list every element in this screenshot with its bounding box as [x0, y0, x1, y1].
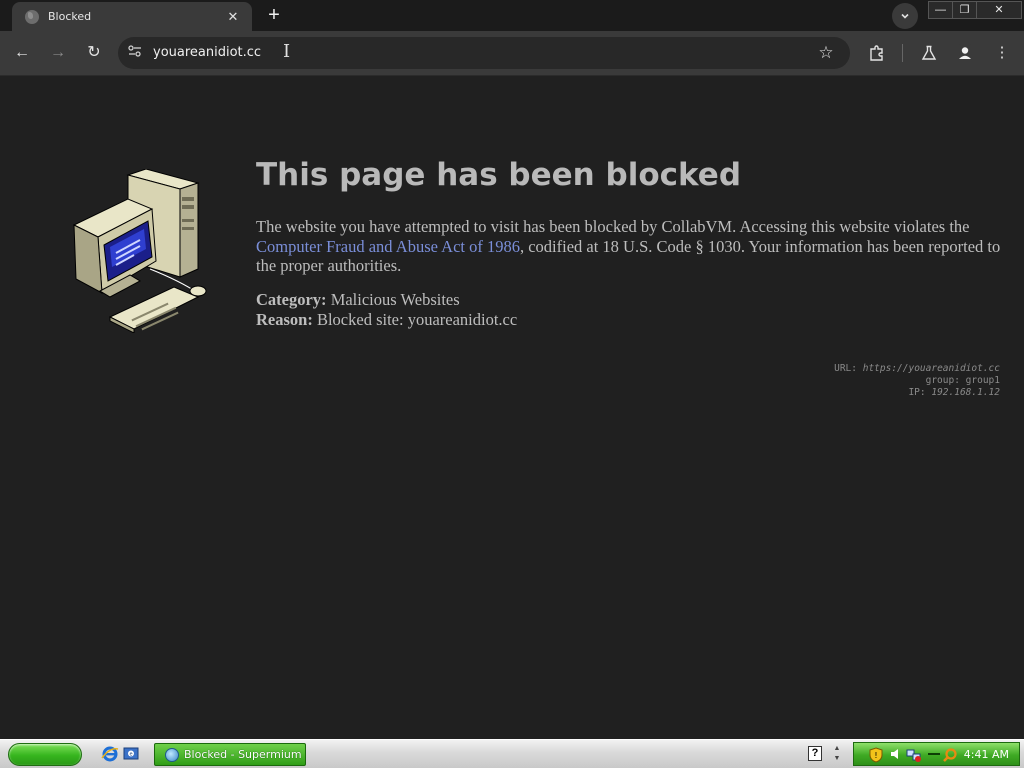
- avatar-icon: [955, 43, 975, 63]
- task-button-supermium[interactable]: Blocked - Supermium: [154, 743, 306, 766]
- supermium-icon: [165, 747, 179, 762]
- meta-url-label: URL:: [834, 363, 857, 374]
- ie-quicklaunch-icon[interactable]: [101, 745, 119, 763]
- meta-ip-value: 192.168.1.12: [931, 387, 1000, 398]
- block-description: The website you have attempted to visit …: [256, 217, 1006, 276]
- search-icon[interactable]: [942, 747, 958, 763]
- meta-group-value: group1: [965, 375, 1000, 386]
- cfaa-link[interactable]: Computer Fraud and Abuse Act of 1986: [256, 237, 520, 256]
- svg-text:!: !: [874, 751, 877, 760]
- taskbar: e Blocked - Supermium ? ▲ ▼ ! 4:41 AM: [0, 739, 1024, 768]
- category-row: Category: Malicious Websites: [256, 290, 517, 310]
- forward-button[interactable]: →: [45, 40, 71, 66]
- meta-url-row: URL: https://youareanidiot.cc: [834, 363, 1000, 375]
- menu-button[interactable]: ⋮: [989, 40, 1015, 66]
- tune-icon: [128, 45, 141, 57]
- flask-icon: [921, 45, 937, 60]
- labs-button[interactable]: [916, 40, 942, 66]
- back-button[interactable]: ←: [9, 40, 35, 66]
- help-icon[interactable]: ?: [808, 746, 822, 761]
- description-text: The website you have attempted to visit …: [256, 217, 970, 236]
- site-info-icon[interactable]: [126, 44, 144, 62]
- computer-illustration: [72, 169, 207, 333]
- reload-button[interactable]: ↻: [81, 40, 107, 66]
- category-label: Category:: [256, 290, 327, 309]
- window-controls: — ❐ ✕: [928, 1, 1022, 19]
- tab-title: Blocked: [48, 10, 92, 23]
- reason-label: Reason:: [256, 309, 313, 329]
- restore-button[interactable]: ❐: [953, 2, 977, 18]
- extensions-button[interactable]: [864, 40, 890, 66]
- close-tab-icon[interactable]: ✕: [224, 8, 242, 26]
- tab-search-button[interactable]: [892, 3, 918, 29]
- meta-group-row: group: group1: [834, 375, 1000, 387]
- minimize-button[interactable]: —: [929, 2, 953, 18]
- network-icon[interactable]: [906, 747, 922, 763]
- browser-toolbar: ← → ↻ youareanidiot.cc I ☆ ⋮: [0, 31, 1024, 76]
- speaker-icon[interactable]: [888, 747, 904, 763]
- task-button-label: Blocked - Supermium: [184, 748, 302, 761]
- close-window-button[interactable]: ✕: [977, 2, 1021, 18]
- address-bar[interactable]: youareanidiot.cc I ☆: [118, 37, 850, 69]
- tray-expand-icon[interactable]: ▲ ▼: [832, 744, 842, 764]
- tray-dash-icon: [926, 747, 942, 763]
- meta-ip-row: IP: 192.168.1.12: [834, 387, 1000, 399]
- bookmark-star-icon[interactable]: ☆: [814, 41, 838, 65]
- desktop-quicklaunch-icon[interactable]: e: [122, 745, 140, 763]
- security-shield-icon[interactable]: !: [868, 747, 884, 763]
- category-value: Malicious Websites: [330, 290, 460, 309]
- reason-row: Reason: Blocked site: youareanidiot.cc: [256, 310, 517, 330]
- chevron-down-icon: [901, 13, 909, 19]
- meta-group-label: group:: [925, 375, 960, 386]
- start-button[interactable]: [8, 743, 82, 766]
- show-desktop-icon: e: [123, 747, 139, 760]
- internet-explorer-icon: [101, 746, 119, 762]
- request-metadata: URL: https://youareanidiot.cc group: gro…: [834, 363, 1000, 399]
- puzzle-icon: [870, 45, 883, 61]
- tab-strip: Blocked ✕ + — ❐ ✕: [0, 0, 1024, 31]
- tab-blocked[interactable]: Blocked ✕: [12, 2, 252, 31]
- toolbar-separator: [902, 44, 903, 62]
- meta-url-value: https://youareanidiot.cc: [862, 363, 1000, 374]
- clock: 4:41 AM: [963, 748, 1009, 761]
- blocked-page: This page has been blocked The website y…: [0, 77, 1024, 739]
- meta-ip-label: IP:: [908, 387, 926, 398]
- svg-text:e: e: [129, 752, 132, 758]
- reason-value: Blocked site: youareanidiot.cc: [316, 309, 518, 329]
- system-tray: ! 4:41 AM: [853, 742, 1020, 766]
- page-title: This page has been blocked: [256, 157, 742, 193]
- text-cursor-icon: I: [283, 41, 291, 62]
- url-text[interactable]: youareanidiot.cc: [153, 45, 261, 60]
- profile-button[interactable]: [955, 43, 975, 63]
- new-tab-button[interactable]: +: [261, 3, 287, 29]
- globe-icon: [25, 9, 39, 24]
- block-details: Category: Malicious Websites Reason: Blo…: [256, 290, 517, 329]
